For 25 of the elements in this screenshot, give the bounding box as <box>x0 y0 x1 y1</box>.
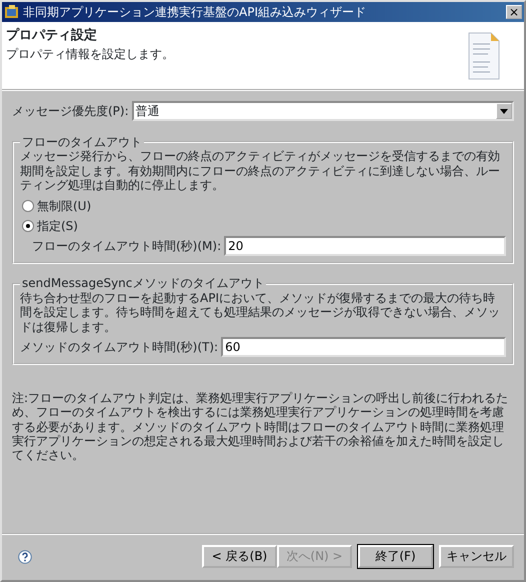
wizard-button[interactable]: 終了(F) <box>358 545 433 568</box>
priority-dropdown[interactable]: 普通 <box>132 101 514 121</box>
wizard-button[interactable]: キャンセル <box>439 545 514 568</box>
help-icon[interactable] <box>18 550 32 564</box>
wizard-button[interactable]: < 戻る(B) <box>202 545 277 568</box>
group-title: sendMessageSyncメソッドのタイムアウト <box>21 276 266 291</box>
field-label: フローのタイムアウト時間(秒)(M): <box>32 239 222 254</box>
description-text: メッセージ発行から、フローの終点のアクティビティがメッセージを受信するまでの有効期間を設定します。有効期間内にフローの終点のアクティビティに到達しない場合、ルーティング処理は自動的に停止します。 <box>20 149 501 193</box>
radio-button[interactable] <box>22 220 34 232</box>
window-title: 非同期アプリケーション連携実行基盤のAPI組み込みウィザード <box>23 4 366 20</box>
input-field[interactable]: 60 <box>221 336 506 357</box>
input-field[interactable]: 20 <box>224 236 506 256</box>
field-label: メソッドのタイムアウト時間(秒)(T): <box>20 340 218 354</box>
group-title: フローのタイムアウト <box>21 135 143 150</box>
description-text: 待ち合わせ型のフローを起動するAPIにおいて、メソッドが復帰するまでの最大の待ち時間を設定します。待ち時間を超えても処理結果のメッセージが取得できない場合、メソッドは復帰します。 <box>20 290 501 334</box>
radio-button[interactable] <box>22 200 34 212</box>
page-title: プロパティ設定 <box>6 28 98 44</box>
close-button[interactable]: × <box>506 5 522 19</box>
radio-label[interactable]: 無制限(U) <box>37 198 92 213</box>
field-label: メッセージ優先度(P): <box>12 104 129 118</box>
page-description: プロパティ情報を設定します。 <box>6 46 175 61</box>
app-icon <box>4 4 20 20</box>
note-text: 注:フローのタイムアウト判定は、業務処理実行アプリケーションの呼出し前後に行われるため、フローのタイムアウトを検出するには業務処理実行アプリケーションの処理時間を考慮する必要があります。メソッドのタイムアウト時間はフローのタイムアウト時間に業務処理実行アプリケーションの想定される最大処理時間および若干の余裕値を加えた時間を設定してください。 <box>12 390 510 463</box>
radio-label[interactable]: 指定(S) <box>37 218 78 234</box>
document-icon <box>468 32 500 80</box>
